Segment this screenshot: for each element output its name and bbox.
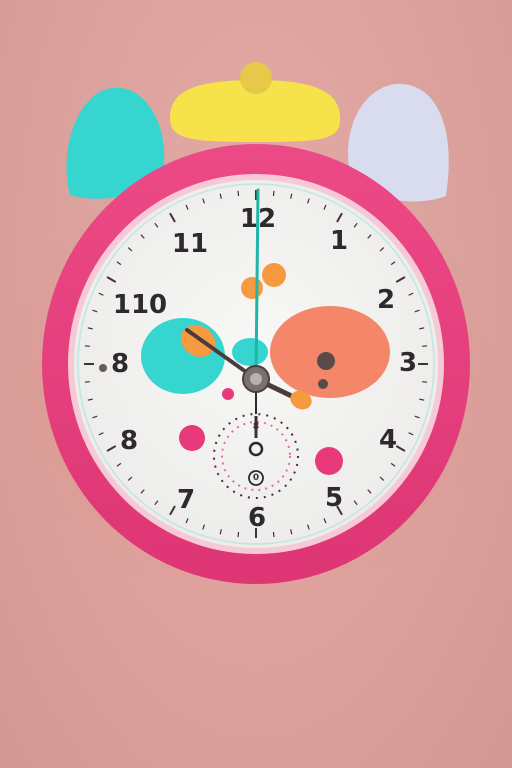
- dark-dot-small: [318, 379, 328, 389]
- top-knob: [240, 62, 272, 94]
- coral-blob: [270, 306, 390, 398]
- teal-blob: [141, 318, 225, 394]
- dark-dot: [317, 352, 335, 370]
- alarm-clock-illustration: 8 0 12 1 2 3 4 5 6 7 8 8 110 11: [5, 62, 495, 610]
- minute-tick: [84, 381, 90, 383]
- teal-small-blob: [232, 338, 268, 366]
- numeral-7: 7: [177, 485, 195, 515]
- numeral-11: 11: [172, 229, 208, 259]
- minute-tick: [237, 190, 240, 196]
- subdial-label-bottom: 0: [253, 473, 259, 483]
- numeral-8-lower: 8: [120, 426, 138, 456]
- tiny-dot: [99, 364, 107, 372]
- numeral-2: 2: [377, 285, 395, 315]
- minute-tick: [422, 381, 428, 383]
- orange-dot: [262, 263, 286, 287]
- pink-dot-small: [222, 388, 234, 400]
- numeral-10: 110: [113, 290, 167, 320]
- minute-tick: [237, 532, 240, 538]
- center-pin: [250, 373, 262, 385]
- minute-hand: [254, 188, 260, 380]
- numeral-8-upper: 8: [111, 349, 129, 379]
- minute-tick: [84, 345, 90, 347]
- numeral-1: 1: [330, 226, 348, 256]
- numeral-5: 5: [325, 483, 343, 513]
- orange-dot: [241, 277, 263, 299]
- minute-tick: [272, 190, 275, 196]
- numeral-3: 3: [399, 348, 417, 378]
- numeral-6: 6: [248, 503, 266, 533]
- minute-tick: [422, 345, 428, 347]
- alarm-clock-scene: 8 0 12 1 2 3 4 5 6 7 8 8 110 11: [0, 0, 512, 768]
- numeral-4: 4: [379, 425, 397, 455]
- subdial-label-top: 8: [253, 422, 259, 432]
- pink-dot: [315, 447, 343, 475]
- pink-dot: [179, 425, 205, 451]
- minute-tick: [272, 532, 275, 538]
